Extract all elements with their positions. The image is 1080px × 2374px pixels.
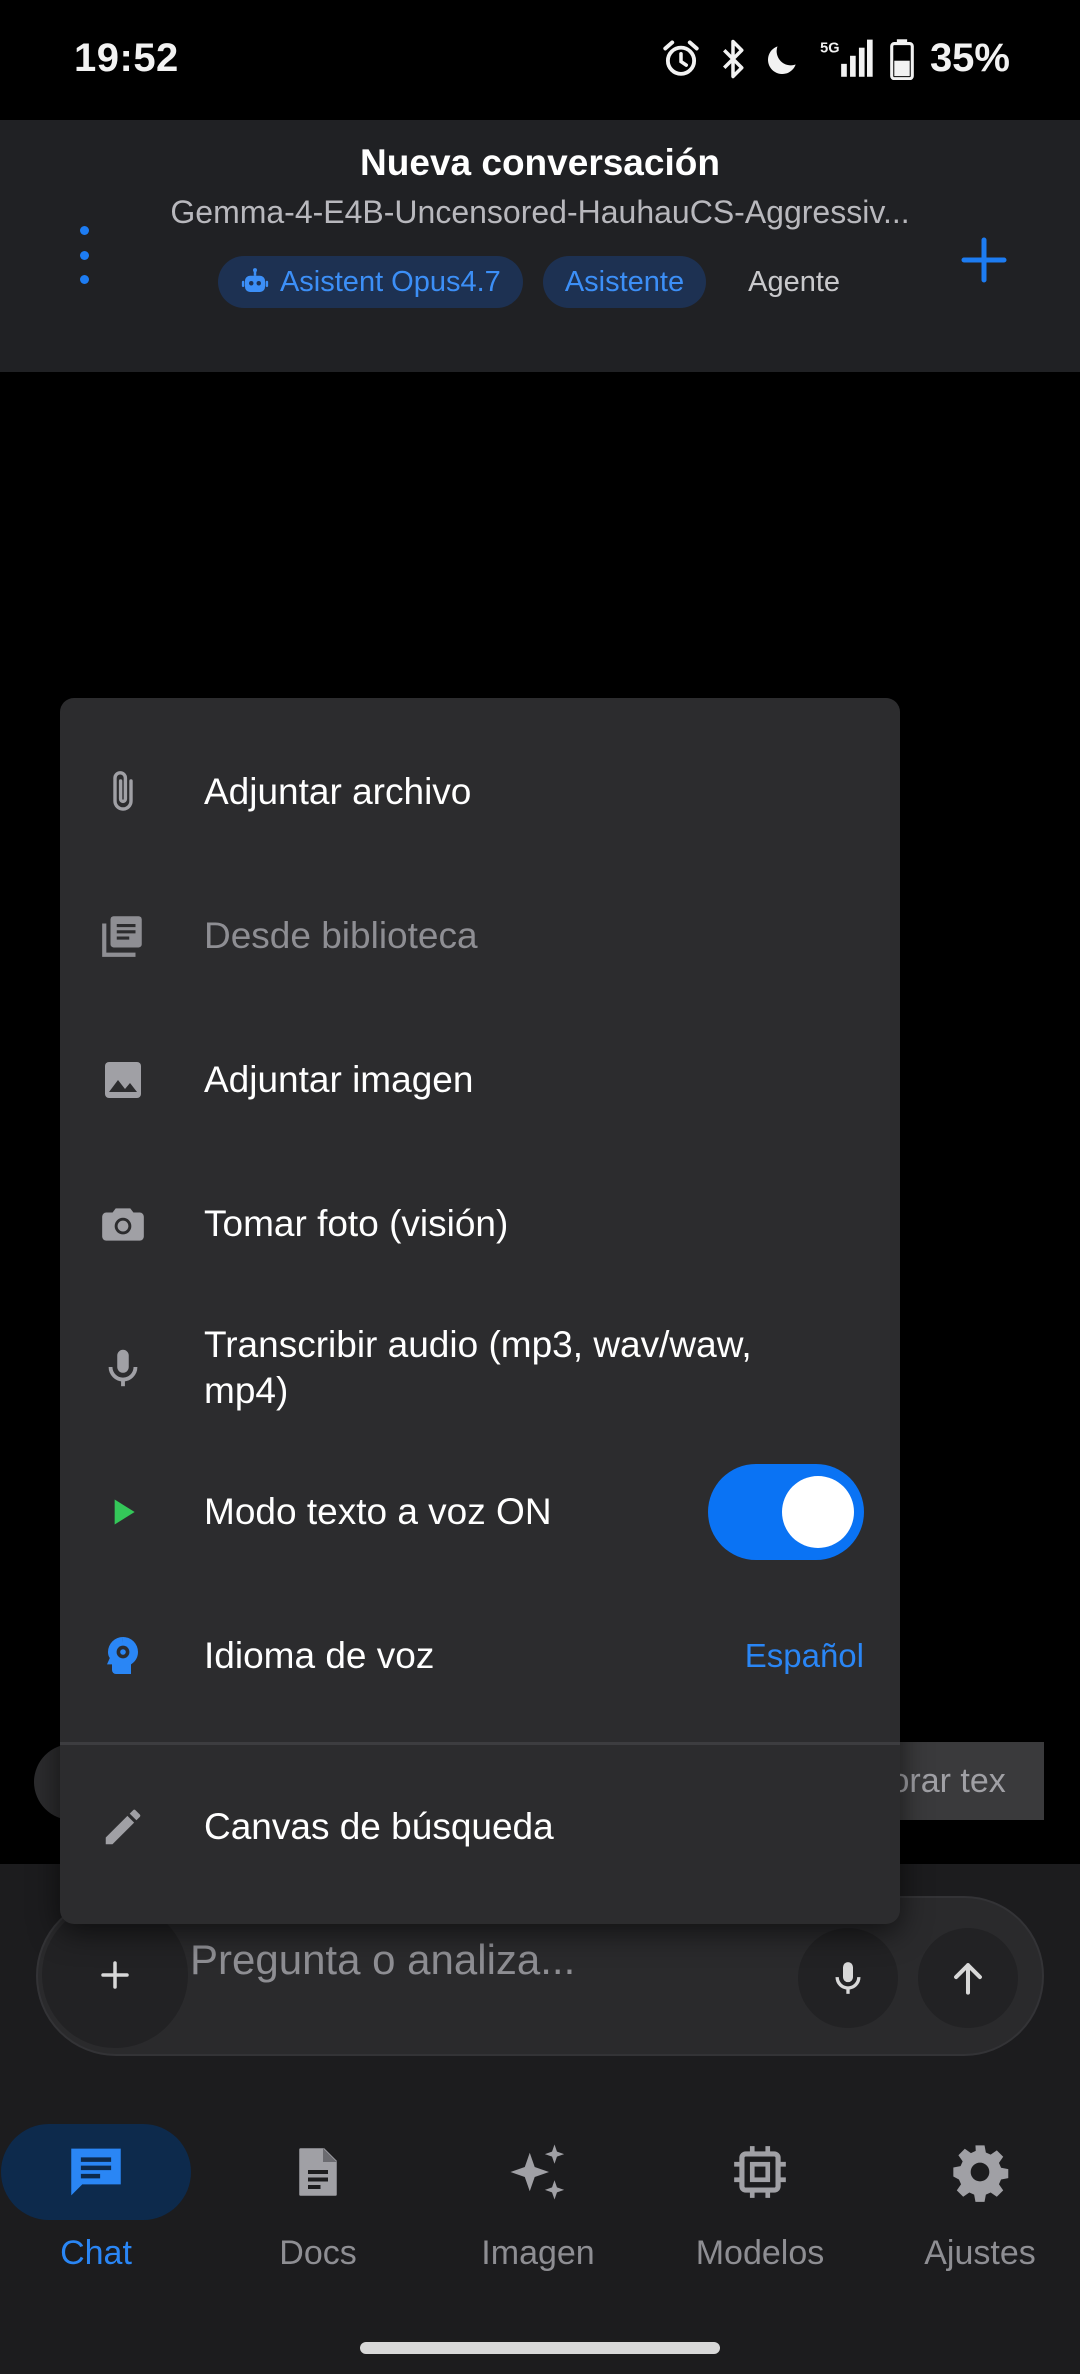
- status-time: 19:52: [74, 36, 179, 80]
- 5g-signal-icon: 5G: [820, 39, 873, 77]
- camera-icon: [90, 1191, 156, 1257]
- menu-item-take-photo[interactable]: Tomar foto (visión): [60, 1152, 900, 1296]
- image-icon: [90, 1047, 156, 1113]
- toggle-knob: [782, 1476, 854, 1548]
- battery-icon: [890, 38, 914, 80]
- mode-assistant-chip[interactable]: Asistente: [542, 256, 707, 308]
- play-icon: [90, 1479, 156, 1545]
- robot-icon: [241, 268, 269, 292]
- nav-ajustes-label: Ajustes: [924, 2234, 1036, 2272]
- nav-modelos-indicator: [665, 2124, 855, 2220]
- tts-toggle-switch[interactable]: [708, 1464, 864, 1560]
- nav-docs-label: Docs: [279, 2234, 357, 2272]
- menu-divider: [60, 1742, 900, 1745]
- pencil-icon: [90, 1794, 156, 1860]
- conversation-title: Nueva conversación: [360, 142, 720, 183]
- nav-chat-label: Chat: [60, 2234, 132, 2272]
- menu-item-tts-mode[interactable]: Modo texto a voz ON: [60, 1440, 900, 1584]
- nav-ajustes[interactable]: Ajustes: [880, 2124, 1080, 2273]
- voice-input-button[interactable]: [798, 1928, 898, 2028]
- nav-docs[interactable]: Docs: [218, 2124, 418, 2273]
- nav-chat-indicator: [1, 2124, 191, 2220]
- voice-language-value[interactable]: Español: [745, 1637, 864, 1675]
- nav-ajustes-indicator: [885, 2124, 1075, 2220]
- paperclip-icon: [90, 759, 156, 825]
- app-header: Nueva conversación Gemma-4-E4B-Uncensore…: [0, 120, 1080, 372]
- menu-item-label: Adjuntar archivo: [204, 771, 472, 812]
- status-bar: 19:52 5G 35%: [0, 0, 1080, 120]
- mode-assistant-label: Asistente: [564, 265, 685, 298]
- menu-item-label: Transcribir audio (mp3, wav/waw, mp4): [204, 1324, 752, 1411]
- home-indicator[interactable]: [360, 2342, 720, 2354]
- gear-icon: [953, 2145, 1009, 2202]
- assistant-profile-label: Asistent Opus4.7: [279, 265, 501, 298]
- nav-imagen-indicator: [443, 2124, 633, 2220]
- nav-modelos-label: Modelos: [695, 2234, 825, 2272]
- document-icon: [299, 2148, 337, 2196]
- microphone-icon: [90, 1335, 156, 1401]
- voice-settings-icon: [90, 1623, 156, 1689]
- do-not-disturb-icon: [767, 45, 796, 74]
- menu-item-attach-image[interactable]: Adjuntar imagen: [60, 1008, 900, 1152]
- chat-icon: [71, 2148, 121, 2196]
- bluetooth-icon: [722, 39, 744, 78]
- battery-percentage: 35%: [929, 36, 1010, 80]
- mode-agent-label: Agente: [748, 265, 841, 298]
- menu-dot-icon: [79, 226, 89, 235]
- chip-icon: [734, 2146, 786, 2198]
- attachment-popup-menu: Adjuntar archivo Desde biblioteca Adjunt…: [60, 698, 900, 1924]
- status-icons: 5G 35%: [660, 36, 1010, 81]
- sparkles-icon: [510, 2144, 565, 2200]
- menu-item-label: Idioma de voz: [204, 1635, 435, 1676]
- assistant-profile-chip[interactable]: Asistent Opus4.7: [217, 256, 523, 308]
- menu-item-label: Desde biblioteca: [204, 915, 478, 956]
- nav-docs-indicator: [223, 2124, 413, 2220]
- nav-chat[interactable]: Chat: [0, 2124, 196, 2273]
- menu-item-label: Tomar foto (visión): [204, 1203, 509, 1244]
- library-icon: [90, 903, 156, 969]
- nav-imagen[interactable]: Imagen: [438, 2124, 638, 2273]
- menu-item-voice-language[interactable]: Idioma de voz Español: [60, 1584, 900, 1728]
- mode-chips: Asistent Opus4.7 Asistente Agente: [0, 256, 1080, 308]
- plus-icon: [101, 1961, 129, 1989]
- menu-item-label: Adjuntar imagen: [204, 1059, 474, 1100]
- menu-item-label: Canvas de búsqueda: [204, 1806, 554, 1847]
- nav-modelos[interactable]: Modelos: [660, 2124, 860, 2273]
- svg-text:5G: 5G: [820, 40, 839, 56]
- menu-item-from-library[interactable]: Desde biblioteca: [60, 864, 900, 1008]
- send-button[interactable]: [918, 1928, 1018, 2028]
- microphone-icon: [835, 1962, 861, 1994]
- nav-imagen-label: Imagen: [481, 2234, 595, 2272]
- menu-item-attach-file[interactable]: Adjuntar archivo: [60, 720, 900, 864]
- bottom-navigation: Chat Docs Imagen Modelos Ajustes: [0, 2086, 1080, 2374]
- arrow-up-icon: [954, 1963, 982, 1995]
- alarm-icon: [663, 39, 699, 76]
- menu-item-transcribe-audio[interactable]: Transcribir audio (mp3, wav/waw, mp4): [60, 1296, 900, 1440]
- menu-item-search-canvas[interactable]: Canvas de búsqueda: [60, 1755, 900, 1899]
- message-input-placeholder[interactable]: Pregunta o analiza...: [190, 1936, 575, 1984]
- mode-agent-chip[interactable]: Agente: [726, 256, 862, 308]
- model-name[interactable]: Gemma-4-E4B-Uncensored-HauhauCS-Aggressi…: [150, 194, 930, 231]
